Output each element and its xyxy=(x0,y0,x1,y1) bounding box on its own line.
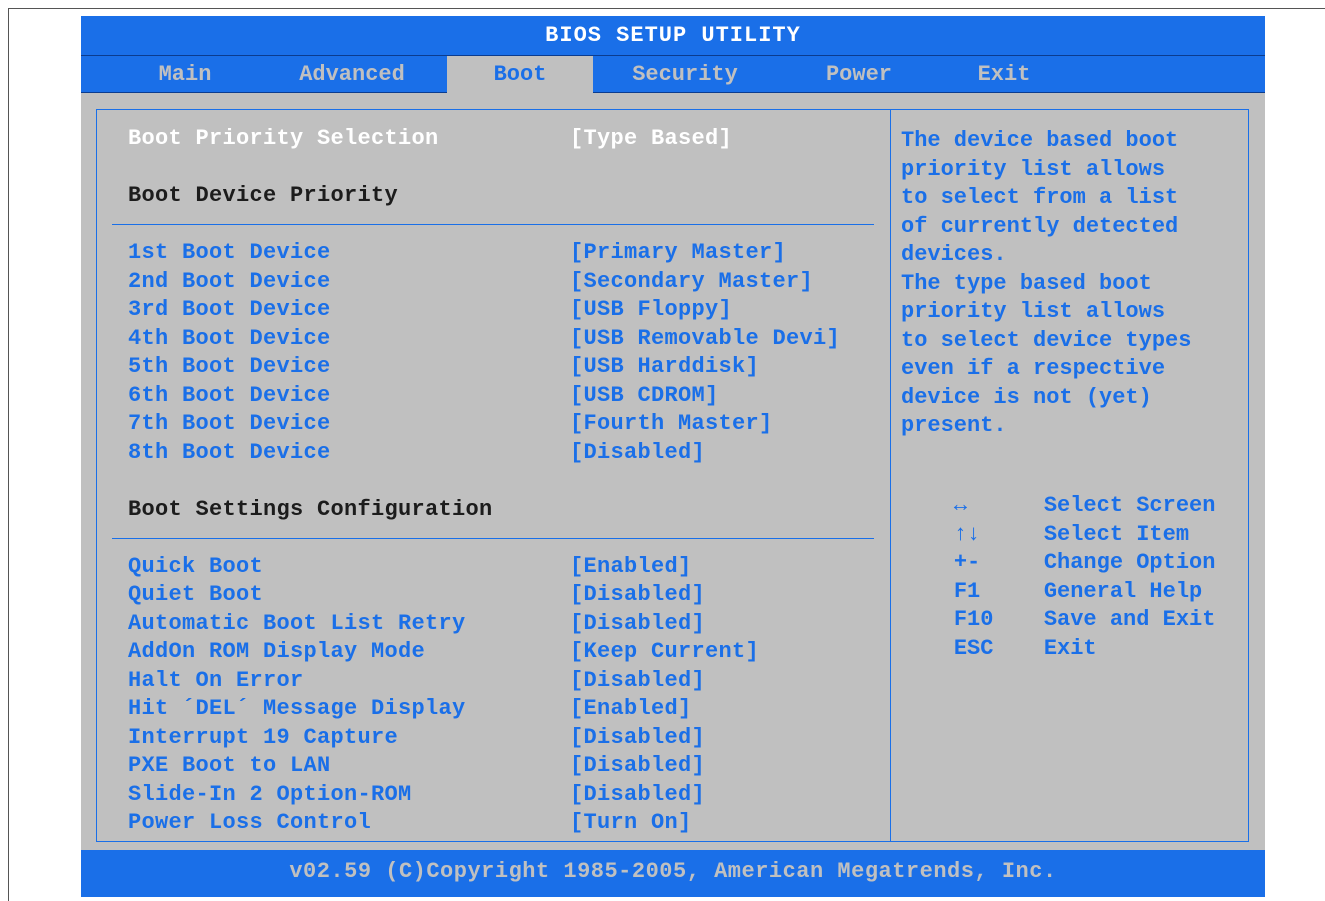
screenshot-frame-left xyxy=(8,8,9,901)
setting-pxe-boot-label[interactable]: PXE Boot to LAN xyxy=(128,753,331,778)
setting-boot-list-retry-value[interactable]: [Disabled] xyxy=(570,611,705,636)
boot-priority-selection-label[interactable]: Boot Priority Selection xyxy=(128,126,439,151)
help-line: priority list allows xyxy=(901,156,1166,182)
screenshot-frame-top xyxy=(8,8,1325,9)
boot-device-1-label[interactable]: 1st Boot Device xyxy=(128,240,331,265)
tab-advanced[interactable]: Advanced xyxy=(273,56,431,93)
setting-quiet-boot-label[interactable]: Quiet Boot xyxy=(128,582,263,607)
section-divider xyxy=(112,538,874,539)
setting-quiet-boot-value[interactable]: [Disabled] xyxy=(570,582,705,607)
boot-device-5-value[interactable]: [USB Harddisk] xyxy=(570,354,759,379)
tab-bar: Main Advanced Boot Security Power Exit xyxy=(81,55,1265,96)
help-line: devices. xyxy=(901,242,1007,267)
boot-device-5-label[interactable]: 5th Boot Device xyxy=(128,354,331,379)
help-line: to select from a list xyxy=(901,185,1179,210)
boot-device-8-value[interactable]: [Disabled] xyxy=(570,440,705,465)
key-legend-row: ESC Exit xyxy=(901,611,1097,686)
section-divider xyxy=(112,224,874,225)
help-line: The type based boot xyxy=(901,270,1152,296)
help-line: priority list allows xyxy=(901,299,1166,324)
tab-exit[interactable]: Exit xyxy=(961,56,1047,93)
key-action: Exit xyxy=(1043,636,1097,661)
setting-addon-rom-label[interactable]: AddOn ROM Display Mode xyxy=(128,639,425,664)
setting-power-loss-value[interactable]: [Turn On] xyxy=(570,810,692,835)
setting-interrupt-19-label[interactable]: Interrupt 19 Capture xyxy=(128,725,398,750)
help-line: of currently detected xyxy=(901,213,1179,239)
setting-boot-list-retry-label[interactable]: Automatic Boot List Retry xyxy=(128,611,466,636)
key-label: ESC xyxy=(953,636,994,661)
boot-device-2-label[interactable]: 2nd Boot Device xyxy=(128,269,331,294)
boot-priority-selection-value[interactable]: [Type Based] xyxy=(570,126,732,151)
boot-settings-heading: Boot Settings Configuration xyxy=(128,497,493,522)
boot-device-6-value[interactable]: [USB CDROM] xyxy=(570,383,719,408)
setting-addon-rom-value[interactable]: [Keep Current] xyxy=(570,639,759,664)
setting-quick-boot-label[interactable]: Quick Boot xyxy=(128,554,263,579)
setting-quick-boot-value[interactable]: [Enabled] xyxy=(570,554,692,579)
tab-power[interactable]: Power xyxy=(811,56,907,93)
setting-power-loss-label[interactable]: Power Loss Control xyxy=(128,810,371,835)
setting-slide-in-rom-label[interactable]: Slide-In 2 Option-ROM xyxy=(128,782,412,807)
help-line: device is not (yet) xyxy=(901,384,1152,410)
bios-screen: BIOS SETUP UTILITY Main Advanced Boot Se… xyxy=(81,16,1265,897)
setting-del-message-value[interactable]: [Enabled] xyxy=(570,696,692,721)
help-line: present. xyxy=(901,413,1007,438)
help-description: The device based boot priority list allo… xyxy=(901,127,1246,441)
boot-device-priority-heading: Boot Device Priority xyxy=(128,183,399,208)
copyright-footer: v02.59 (C)Copyright 1985-2005, American … xyxy=(81,850,1265,897)
setting-halt-on-error-value[interactable]: [Disabled] xyxy=(570,668,705,693)
setting-halt-on-error-label[interactable]: Halt On Error xyxy=(128,668,304,693)
window-title: BIOS SETUP UTILITY xyxy=(81,16,1265,55)
boot-device-3-label[interactable]: 3rd Boot Device xyxy=(128,297,331,322)
setting-del-message-label[interactable]: Hit ´DEL´ Message Display xyxy=(128,696,466,721)
boot-device-1-value[interactable]: [Primary Master] xyxy=(570,240,786,265)
boot-device-2-value[interactable]: [Secondary Master] xyxy=(570,269,813,294)
setting-interrupt-19-value[interactable]: [Disabled] xyxy=(570,725,705,750)
help-line: The device based boot xyxy=(901,128,1179,153)
boot-device-7-label[interactable]: 7th Boot Device xyxy=(128,411,331,436)
boot-device-4-label[interactable]: 4th Boot Device xyxy=(128,326,331,351)
boot-device-3-value[interactable]: [USB Floppy] xyxy=(570,297,732,322)
boot-device-8-label[interactable]: 8th Boot Device xyxy=(128,440,331,465)
setting-slide-in-rom-value[interactable]: [Disabled] xyxy=(570,782,705,807)
tab-boot[interactable]: Boot xyxy=(447,56,593,96)
tab-main[interactable]: Main xyxy=(129,56,241,93)
tab-security[interactable]: Security xyxy=(611,56,759,93)
boot-device-6-label[interactable]: 6th Boot Device xyxy=(128,383,331,408)
help-line: even if a respective xyxy=(901,356,1166,381)
boot-device-4-value[interactable]: [USB Removable Devi] xyxy=(570,326,840,351)
setting-pxe-boot-value[interactable]: [Disabled] xyxy=(570,753,705,778)
help-line: to select device types xyxy=(901,327,1192,353)
boot-device-7-value[interactable]: [Fourth Master] xyxy=(570,411,773,436)
